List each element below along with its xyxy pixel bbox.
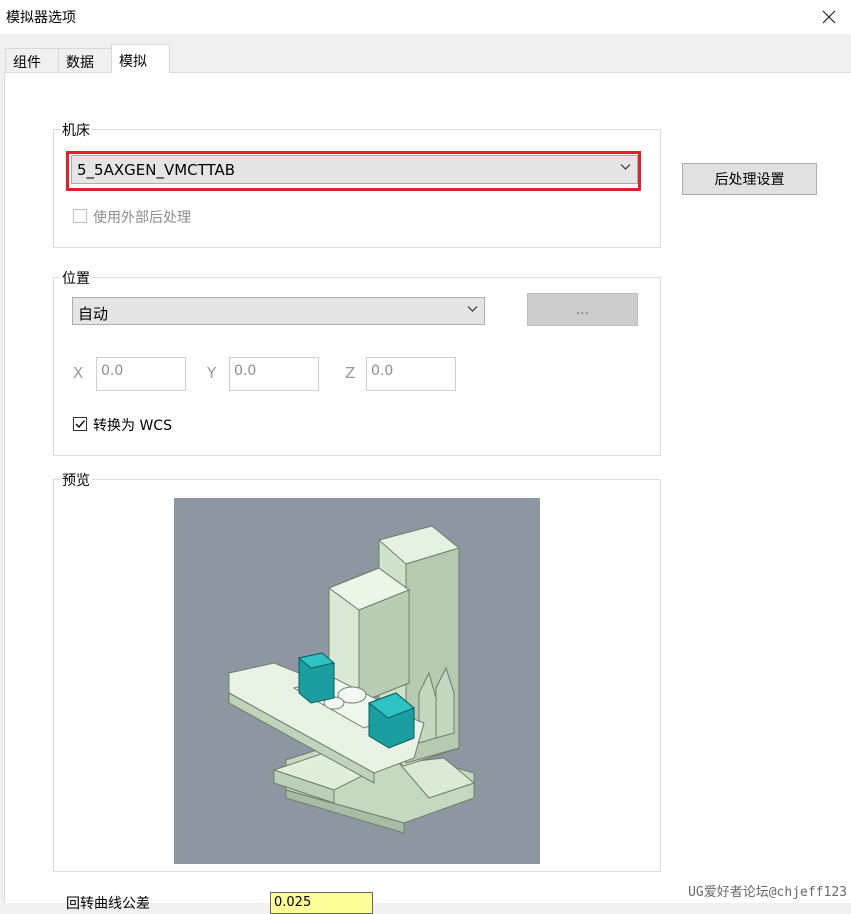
post-settings-button[interactable]: 后处理设置 xyxy=(682,163,817,195)
convert-wcs-checkbox[interactable] xyxy=(73,417,87,431)
window-title: 模拟器选项 xyxy=(6,10,76,26)
use-external-post-label: 使用外部后处理 xyxy=(93,210,191,226)
position-ellipsis-button[interactable]: ... xyxy=(527,293,638,326)
preview-group-label: 预览 xyxy=(60,470,92,490)
tab-strip: 组件 数据 模拟 xyxy=(0,38,851,73)
tab-data-label: 数据 xyxy=(66,55,94,71)
x-value: 0.0 xyxy=(101,363,124,379)
tab-components-label: 组件 xyxy=(13,55,41,71)
machine-group-label: 机床 xyxy=(60,120,92,140)
close-button[interactable] xyxy=(807,0,851,34)
x-field[interactable]: 0.0 xyxy=(96,357,186,391)
chevron-down-icon xyxy=(620,164,631,170)
title-bar: 模拟器选项 xyxy=(0,0,851,34)
tab-simulation-label: 模拟 xyxy=(119,54,147,70)
checkmark-icon xyxy=(75,420,86,429)
position-select[interactable]: 自动 xyxy=(72,297,485,325)
tab-data[interactable]: 数据 xyxy=(58,48,112,72)
watermark: UG爱好者论坛@chjeff123 xyxy=(688,885,847,900)
close-icon xyxy=(822,10,836,24)
position-group-label: 位置 xyxy=(60,268,92,288)
y-label: Y xyxy=(207,364,217,382)
z-field[interactable]: 0.0 xyxy=(366,357,456,391)
z-value: 0.0 xyxy=(371,363,394,379)
y-field[interactable]: 0.0 xyxy=(229,357,319,391)
machine-select-value: 5_5AXGEN_VMCTTAB xyxy=(77,161,236,179)
convert-wcs-label: 转换为 WCS xyxy=(93,418,172,434)
y-value: 0.0 xyxy=(234,363,257,379)
curve-tolerance-label: 回转曲线公差 xyxy=(66,896,150,912)
tab-components[interactable]: 组件 xyxy=(5,48,59,72)
x-label: X xyxy=(73,364,84,382)
machine-select[interactable]: 5_5AXGEN_VMCTTAB xyxy=(71,155,638,184)
machine-model-icon xyxy=(228,525,476,834)
machine-preview xyxy=(174,498,540,864)
z-label: Z xyxy=(345,364,356,382)
chevron-down-icon xyxy=(467,306,478,312)
ellipsis-label: ... xyxy=(575,301,590,318)
curve-tolerance-input[interactable]: 0.025 xyxy=(270,892,373,914)
tab-simulation[interactable]: 模拟 xyxy=(111,44,170,73)
post-settings-label: 后处理设置 xyxy=(714,172,785,188)
use-external-post-checkbox[interactable] xyxy=(73,209,87,223)
position-select-value: 自动 xyxy=(78,305,109,323)
